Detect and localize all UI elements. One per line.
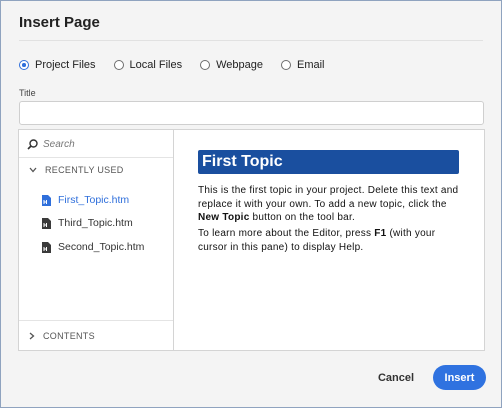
radio-unselected-icon	[113, 60, 124, 70]
file-name: First_Topic.htm	[58, 194, 130, 206]
dialog-title: Insert Page	[19, 14, 100, 31]
radio-unselected-icon	[200, 60, 211, 70]
radio-project-files[interactable]: Project Files	[19, 59, 96, 71]
search-divider	[19, 157, 173, 158]
text-run: This is the first topic in your project.…	[198, 185, 459, 210]
file-list-pane: Search RECENTLY USED First_Topic.htm Thi…	[19, 130, 174, 350]
insert-button[interactable]: Insert	[433, 365, 486, 390]
file-item-third-topic[interactable]: Third_Topic.htm	[42, 217, 133, 229]
source-options: Project Files Local Files Webpage Email	[19, 57, 343, 73]
file-item-first-topic[interactable]: First_Topic.htm	[42, 194, 129, 206]
radio-unselected-icon	[281, 60, 291, 70]
preview-heading: First Topic	[198, 150, 459, 174]
text-run-bold: New Topic	[198, 212, 250, 223]
section-label: CONTENTS	[43, 331, 95, 341]
chevron-down-icon	[29, 167, 37, 173]
radio-webpage[interactable]: Webpage	[200, 59, 263, 71]
cancel-button[interactable]: Cancel	[367, 367, 425, 389]
title-divider	[19, 40, 483, 41]
section-label: RECENTLY USED	[45, 165, 124, 175]
text-run: To learn more about the Editor, press	[198, 228, 375, 239]
search-placeholder: Search	[43, 138, 75, 150]
html-file-icon	[42, 217, 51, 229]
radio-label: Email	[297, 59, 325, 71]
contents-divider	[19, 320, 173, 321]
search-icon	[27, 138, 38, 150]
contents-header[interactable]: CONTENTS	[29, 331, 95, 341]
recently-used-header[interactable]: RECENTLY USED	[29, 165, 124, 175]
title-input[interactable]	[19, 101, 484, 125]
html-file-icon	[42, 194, 51, 206]
file-item-second-topic[interactable]: Second_Topic.htm	[42, 241, 144, 253]
radio-label: Project Files	[35, 59, 96, 71]
chevron-right-icon	[29, 332, 35, 340]
search-field[interactable]: Search	[27, 137, 75, 151]
radio-selected-icon	[19, 60, 29, 70]
radio-label: Local Files	[129, 59, 183, 71]
file-name: Second_Topic.htm	[58, 241, 145, 253]
preview-paragraph: To learn more about the Editor, press F1…	[198, 227, 463, 254]
radio-local-files[interactable]: Local Files	[113, 59, 183, 71]
page-browser-panel: Search RECENTLY USED First_Topic.htm Thi…	[18, 129, 485, 351]
preview-pane: First Topic This is the first topic in y…	[174, 130, 484, 350]
radio-email[interactable]: Email	[281, 59, 325, 71]
text-run: button on the tool bar.	[249, 212, 356, 223]
preview-paragraph: This is the first topic in your project.…	[198, 184, 463, 225]
html-file-icon	[42, 241, 51, 253]
text-run-bold: F1	[374, 228, 387, 239]
insert-page-dialog: Insert Page Project Files Local Files We…	[0, 0, 502, 408]
title-field-label: Title	[19, 88, 36, 98]
radio-label: Webpage	[216, 59, 263, 71]
file-name: Third_Topic.htm	[58, 217, 133, 229]
